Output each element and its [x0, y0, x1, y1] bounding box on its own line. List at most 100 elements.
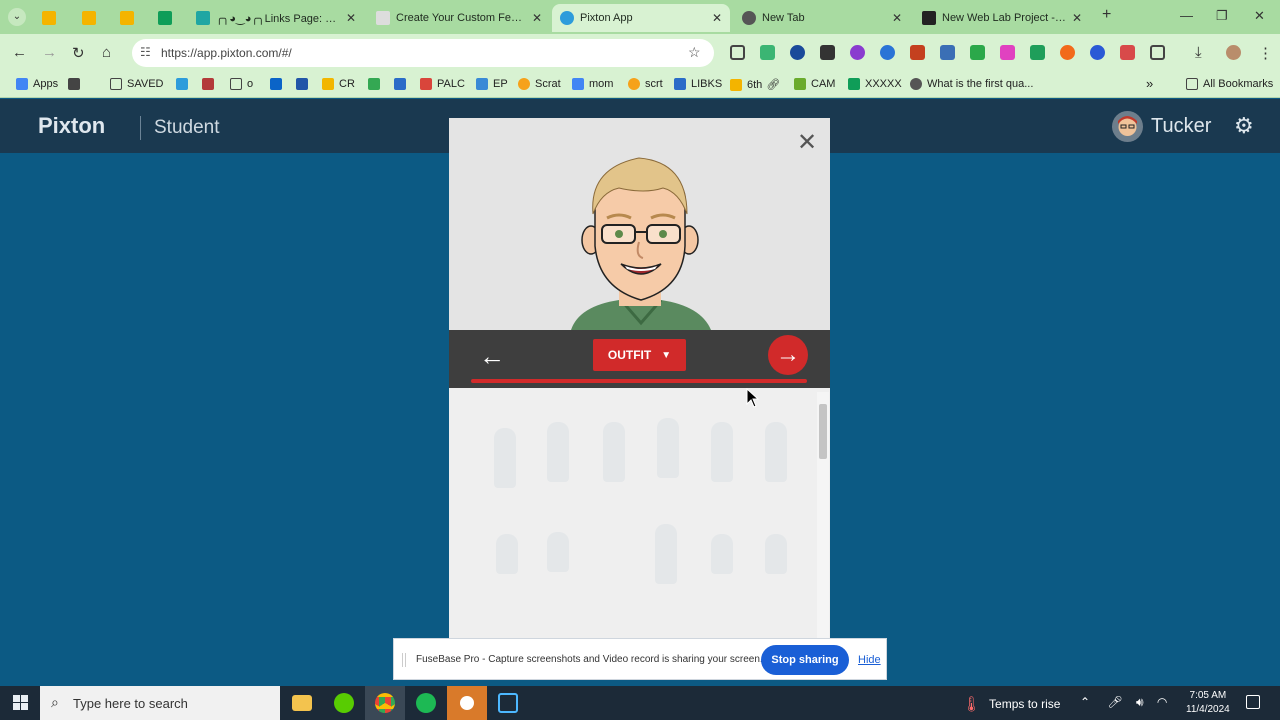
- next-arrow-button[interactable]: →: [768, 335, 808, 375]
- download-icon[interactable]: ⤓: [1195, 44, 1202, 61]
- close-tab-icon[interactable]: ✕: [346, 11, 356, 25]
- scrollbar[interactable]: [817, 392, 829, 638]
- close-tab-icon[interactable]: ✕: [1072, 11, 1082, 25]
- outfit-option[interactable]: [657, 418, 679, 478]
- bookmark-item[interactable]: Scrat: [518, 78, 561, 90]
- bookmark-icon-only[interactable]: [296, 78, 313, 90]
- close-tab-icon[interactable]: ✕: [712, 11, 722, 25]
- kami-icon[interactable]: [850, 45, 865, 60]
- bookmark-item[interactable]: CAM: [794, 78, 835, 90]
- bookmark-icon-only[interactable]: [68, 78, 85, 90]
- scrollbar-thumb[interactable]: [819, 404, 827, 459]
- outfit-option[interactable]: [711, 422, 733, 482]
- bookmark-apps[interactable]: Apps: [16, 78, 58, 90]
- stop-sharing-button[interactable]: Stop sharing: [761, 645, 849, 675]
- bookmark-item[interactable]: 6th 🔗︎: [730, 78, 780, 91]
- bookmark-folder[interactable]: SAVED: [110, 78, 163, 90]
- reload-icon[interactable]: ↻: [72, 44, 85, 62]
- extension-icon[interactable]: [1030, 45, 1045, 60]
- bookmark-icon-only[interactable]: [202, 78, 219, 90]
- bookmark-folder[interactable]: o: [230, 78, 253, 90]
- outfit-option[interactable]: [765, 422, 787, 482]
- outfit-option[interactable]: [494, 428, 516, 488]
- avatar[interactable]: [1112, 111, 1143, 142]
- outfit-option[interactable]: [547, 532, 569, 572]
- tab-search-button[interactable]: ⌄: [8, 8, 26, 26]
- browser-tab[interactable]: ╭╮◕‿◕╭╮Links Page: LIN ✕: [188, 4, 364, 32]
- maximize-button[interactable]: ❐: [1216, 8, 1228, 24]
- close-icon[interactable]: ✕: [797, 128, 817, 157]
- bookmark-item[interactable]: LIBKS: [674, 78, 722, 90]
- address-bar[interactable]: ☷ https://app.pixton.com/#/ ☆: [132, 39, 714, 67]
- new-tab-button[interactable]: +: [1102, 6, 1111, 24]
- bookmark-item[interactable]: mom: [572, 78, 613, 90]
- close-tab-icon[interactable]: ✕: [892, 11, 902, 25]
- bookmark-item[interactable]: What is the first qua...: [910, 78, 1033, 90]
- site-info-icon[interactable]: ☷: [140, 45, 151, 59]
- screenshot-extension-icon[interactable]: [730, 45, 745, 60]
- extension-icon[interactable]: [1060, 45, 1075, 60]
- extension-icon[interactable]: [880, 45, 895, 60]
- home-icon[interactable]: ⌂: [102, 44, 111, 61]
- back-arrow-button[interactable]: ←: [479, 341, 505, 372]
- bookmark-star-icon[interactable]: ☆: [688, 44, 701, 61]
- microphone-icon[interactable]: 🎤︎: [1107, 695, 1122, 709]
- back-arrow-icon[interactable]: ←: [12, 44, 27, 61]
- browser-tab-active[interactable]: Pixton App ✕: [552, 4, 730, 32]
- outfit-option[interactable]: [765, 534, 787, 574]
- outfit-option[interactable]: [547, 422, 569, 482]
- wifi-icon[interactable]: ◠: [1157, 695, 1167, 709]
- duolingo-button[interactable]: [324, 686, 364, 720]
- drag-handle-icon[interactable]: [402, 653, 406, 667]
- browser-tab[interactable]: [150, 4, 186, 32]
- bookmark-icon-only[interactable]: [368, 78, 385, 90]
- bookmarks-overflow-chevron-icon[interactable]: »: [1146, 76, 1153, 91]
- extensions-puzzle-icon[interactable]: [1150, 45, 1165, 60]
- extension-icon[interactable]: [910, 45, 925, 60]
- taskbar-search-box[interactable]: ⌕ Type here to search: [40, 686, 280, 720]
- pixton-logo[interactable]: Pixton: [38, 113, 105, 139]
- all-bookmarks[interactable]: All Bookmarks: [1186, 78, 1273, 90]
- chevron-up-icon[interactable]: ⌃: [1080, 695, 1090, 709]
- minimize-button[interactable]: —: [1180, 8, 1193, 23]
- extension-icon[interactable]: [1000, 45, 1015, 60]
- bookmark-icon-only[interactable]: [394, 78, 411, 90]
- windows-start-icon[interactable]: [13, 695, 29, 711]
- extension-icon[interactable]: [1090, 45, 1105, 60]
- close-tab-icon[interactable]: ✕: [532, 11, 542, 25]
- profile-icon[interactable]: [1226, 45, 1241, 60]
- close-window-button[interactable]: ✕: [1254, 8, 1265, 24]
- hide-link[interactable]: Hide: [858, 654, 881, 666]
- spotify-button[interactable]: [406, 686, 446, 720]
- file-explorer-button[interactable]: [282, 686, 322, 720]
- browser-tab[interactable]: [74, 4, 110, 32]
- outfit-option[interactable]: [603, 422, 625, 482]
- drawing-app-button[interactable]: [447, 686, 487, 720]
- outfit-option[interactable]: [711, 534, 733, 574]
- bookmark-item[interactable]: PALC: [420, 78, 465, 90]
- forward-arrow-icon[interactable]: →: [42, 44, 57, 61]
- extension-icon[interactable]: [790, 45, 805, 60]
- taskbar-clock[interactable]: 7:05 AM 11/4/2024: [1186, 689, 1230, 717]
- category-dropdown[interactable]: OUTFIT ▼: [593, 339, 686, 371]
- browser-tab[interactable]: [34, 4, 70, 32]
- bookmark-icon-only[interactable]: [270, 78, 287, 90]
- browser-tab[interactable]: New Web Lab Project - Cod ✕: [914, 4, 1090, 32]
- browser-tab[interactable]: New Tab ✕: [734, 4, 910, 32]
- browser-tab[interactable]: [112, 4, 148, 32]
- snipping-tool-button[interactable]: [488, 686, 528, 720]
- eyedropper-icon[interactable]: [820, 45, 835, 60]
- browser-tab[interactable]: Create Your Custom Female ✕: [368, 4, 550, 32]
- notification-icon[interactable]: [1246, 695, 1260, 709]
- bookmark-item[interactable]: CR: [322, 78, 355, 90]
- extension-icon[interactable]: [970, 45, 985, 60]
- username[interactable]: Tucker: [1151, 115, 1211, 138]
- outfit-option[interactable]: [655, 524, 677, 584]
- bookmark-item[interactable]: EP: [476, 78, 508, 90]
- bookmark-item[interactable]: scrt: [628, 78, 663, 90]
- menu-kebab-icon[interactable]: ⋮: [1258, 44, 1273, 62]
- bookmark-item[interactable]: XXXXX: [848, 78, 902, 90]
- bookmark-icon-only[interactable]: [176, 78, 193, 90]
- extension-icon[interactable]: [1120, 45, 1135, 60]
- weather-widget[interactable]: 🌡︎ Temps to rise: [962, 695, 1060, 713]
